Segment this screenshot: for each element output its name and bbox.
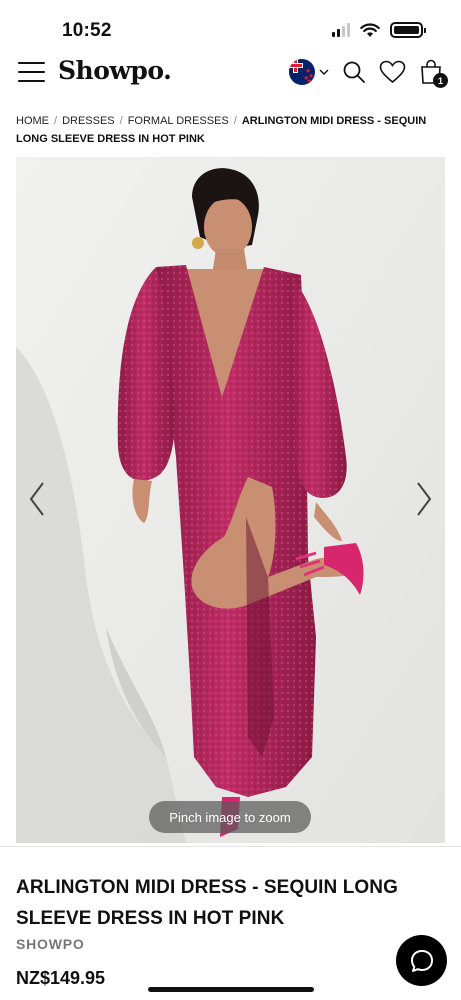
- breadcrumb-separator: /: [54, 115, 58, 127]
- wishlist-heart-icon[interactable]: [379, 60, 406, 84]
- chevron-down-icon: [319, 69, 329, 75]
- divider: [0, 846, 461, 847]
- product-title: ARLINGTON MIDI DRESS - SEQUIN LONG SLEEV…: [16, 877, 399, 929]
- hamburger-menu-icon[interactable]: [18, 62, 45, 82]
- status-bar: 10:52: [0, 0, 461, 56]
- shopping-bag-button[interactable]: 1: [419, 59, 448, 88]
- breadcrumb-dresses[interactable]: DRESSES: [62, 115, 115, 127]
- breadcrumb: HOME / DRESSES / FORMAL DRESSES / ARLINGTON MI…: [16, 112, 446, 148]
- product-photo: [16, 157, 445, 843]
- status-time: 10:52: [62, 20, 112, 41]
- header-actions: ★ ★ ★ ★ 1: [289, 59, 448, 88]
- wifi-icon: [360, 22, 380, 37]
- chevron-left-icon: [29, 482, 44, 516]
- country-selector[interactable]: ★ ★ ★ ★: [289, 59, 329, 85]
- site-header: Showpo. ★ ★ ★ ★ 1: [0, 56, 461, 92]
- breadcrumb-separator: /: [233, 115, 237, 127]
- breadcrumb-formal-dresses[interactable]: FORMAL DRESSES: [128, 115, 229, 127]
- nz-flag-icon: ★ ★ ★ ★: [289, 59, 315, 85]
- previous-image-button[interactable]: [22, 479, 52, 519]
- breadcrumb-separator: /: [119, 115, 123, 127]
- next-image-button[interactable]: [409, 479, 439, 519]
- product-image-gallery[interactable]: Pinch image to zoom: [16, 157, 445, 843]
- cellular-signal-icon: [332, 23, 350, 37]
- pinch-zoom-hint: Pinch image to zoom: [149, 801, 311, 833]
- chat-bubble-icon: [410, 949, 433, 972]
- product-brand[interactable]: SHOWPO: [16, 936, 85, 952]
- product-price: NZ$149.95: [16, 968, 106, 988]
- home-indicator: [148, 987, 314, 992]
- showpo-logo[interactable]: Showpo.: [58, 56, 172, 85]
- breadcrumb-home[interactable]: HOME: [16, 115, 49, 127]
- live-chat-button[interactable]: [396, 935, 447, 986]
- status-icons: [332, 22, 426, 38]
- search-icon[interactable]: [342, 60, 366, 84]
- battery-icon: [390, 22, 426, 38]
- chevron-right-icon: [417, 482, 432, 516]
- bag-count-badge: 1: [433, 73, 448, 88]
